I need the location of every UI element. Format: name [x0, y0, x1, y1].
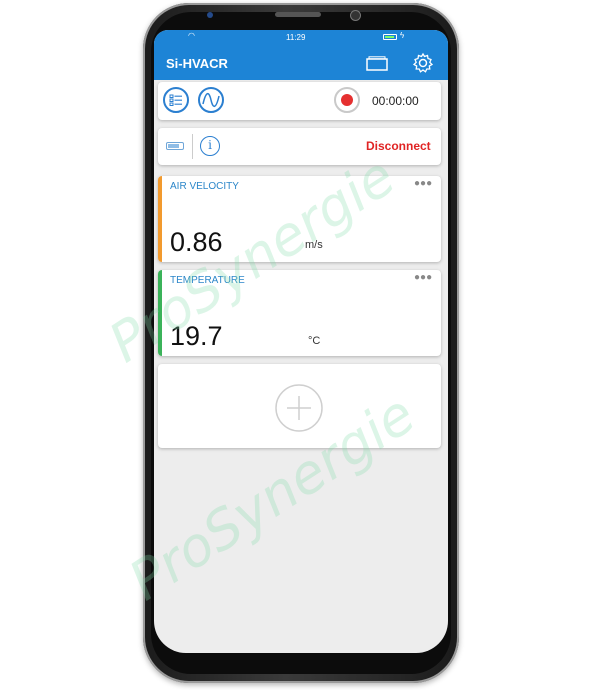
sensor-unit: °C — [308, 335, 321, 347]
status-time: 11:29 — [286, 33, 306, 42]
divider — [192, 134, 193, 159]
record-button[interactable] — [334, 87, 360, 113]
connection-card: i Disconnect — [158, 128, 441, 165]
sensor-dot — [207, 12, 213, 18]
wifi-icon: ◠ — [188, 31, 195, 40]
list-icon[interactable] — [163, 87, 189, 113]
sensor-accent-bar — [158, 176, 162, 262]
folder-icon[interactable] — [366, 56, 388, 76]
app-title: Si-HVACR — [166, 56, 228, 71]
phone-speaker — [275, 12, 321, 17]
more-icon[interactable]: ●●● — [414, 272, 432, 283]
gear-icon[interactable] — [412, 52, 434, 79]
more-icon[interactable]: ●●● — [414, 178, 432, 189]
charging-icon: ϟ — [400, 31, 405, 40]
app-bar: Si-HVACR — [154, 46, 448, 80]
toolbar-card: 00:00:00 — [158, 82, 441, 120]
status-battery-icon — [383, 34, 397, 40]
status-bar: ◠ 11:29 ϟ — [154, 30, 448, 46]
record-icon — [341, 94, 353, 106]
timer: 00:00:00 — [372, 94, 419, 108]
sensor-label: AIR VELOCITY — [170, 181, 239, 192]
battery-icon — [166, 142, 184, 150]
info-icon[interactable]: i — [200, 136, 220, 156]
waveform-icon[interactable] — [198, 87, 224, 113]
front-camera — [350, 10, 361, 21]
